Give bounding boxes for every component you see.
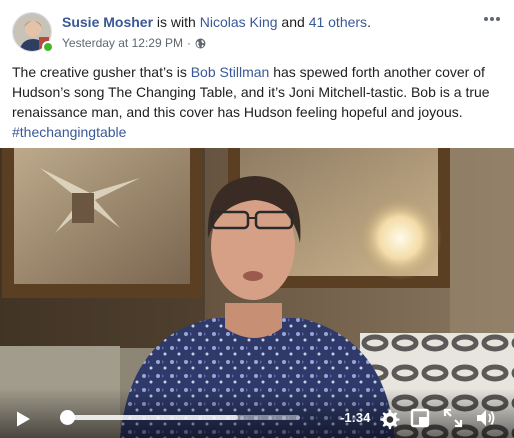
feed-post: Susie Mosher is with Nicolas King and 41… <box>0 0 514 438</box>
scrubber-handle[interactable] <box>59 410 75 425</box>
volume-icon[interactable] <box>475 408 495 428</box>
post-meta: Yesterday at 12:29 PM · <box>62 36 206 50</box>
meta-separator: · <box>186 36 191 50</box>
online-status-dot <box>42 41 54 53</box>
video-frame <box>0 148 514 438</box>
more-dot <box>484 17 488 21</box>
picture-in-picture-icon[interactable] <box>410 408 430 428</box>
mention-link[interactable]: Bob Stillman <box>191 64 270 80</box>
post-text-part: The creative gusher that’s is <box>12 64 191 80</box>
more-dot <box>490 17 494 21</box>
timestamp-link[interactable]: Yesterday at 12:29 PM <box>62 36 183 50</box>
video-progress-bar[interactable] <box>59 410 300 425</box>
settings-gear-icon[interactable] <box>378 408 400 430</box>
video-player[interactable]: -1:34 <box>0 148 514 438</box>
post-header: Susie Mosher is with Nicolas King and 41… <box>12 10 502 56</box>
video-controls: -1:34 <box>0 398 514 438</box>
play-icon[interactable] <box>14 410 32 428</box>
time-remaining: -1:34 <box>340 410 371 425</box>
tagged-person-link[interactable]: Nicolas King <box>200 14 278 30</box>
globe-icon[interactable] <box>195 38 206 49</box>
more-dot <box>496 17 500 21</box>
period-text: . <box>367 14 371 30</box>
author-name-link[interactable]: Susie Mosher <box>62 14 153 30</box>
more-options-button[interactable] <box>482 12 502 26</box>
post-body-text: The creative gusher that’s is Bob Stillm… <box>12 62 506 142</box>
fullscreen-icon[interactable] <box>443 408 463 428</box>
others-link[interactable]: 41 others <box>309 14 367 30</box>
and-text: and <box>277 14 309 30</box>
hashtag-link[interactable]: #thechangingtable <box>12 124 126 140</box>
post-attribution: Susie Mosher is with Nicolas King and 41… <box>62 14 371 30</box>
with-text: is with <box>153 14 200 30</box>
buffered-bar <box>62 415 239 420</box>
author-avatar[interactable] <box>12 12 54 54</box>
